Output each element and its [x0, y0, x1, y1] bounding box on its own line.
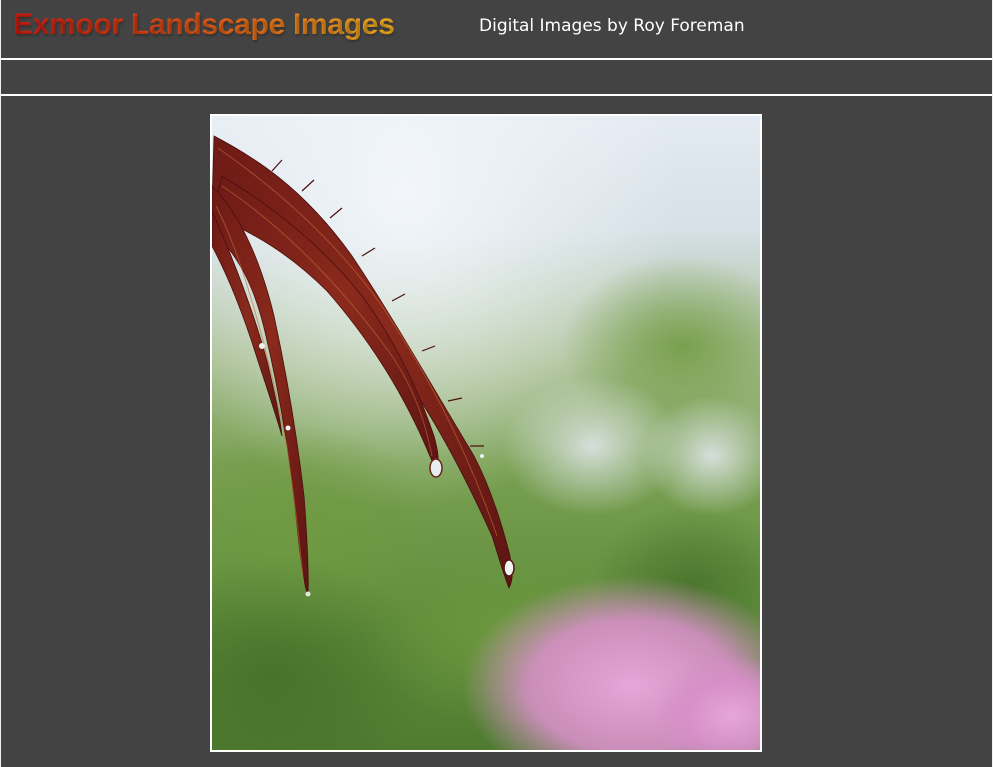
site-header: Exmoor Landscape Images Digital Images b… [1, 0, 992, 60]
page: Exmoor Landscape Images Digital Images b… [0, 0, 993, 767]
site-subtitle: Digital Images by Roy Foreman [479, 16, 745, 36]
main-photo [210, 114, 762, 752]
maple-leaf-photo [212, 116, 760, 750]
site-title[interactable]: Exmoor Landscape Images [13, 8, 395, 42]
nav-bar [1, 60, 992, 96]
